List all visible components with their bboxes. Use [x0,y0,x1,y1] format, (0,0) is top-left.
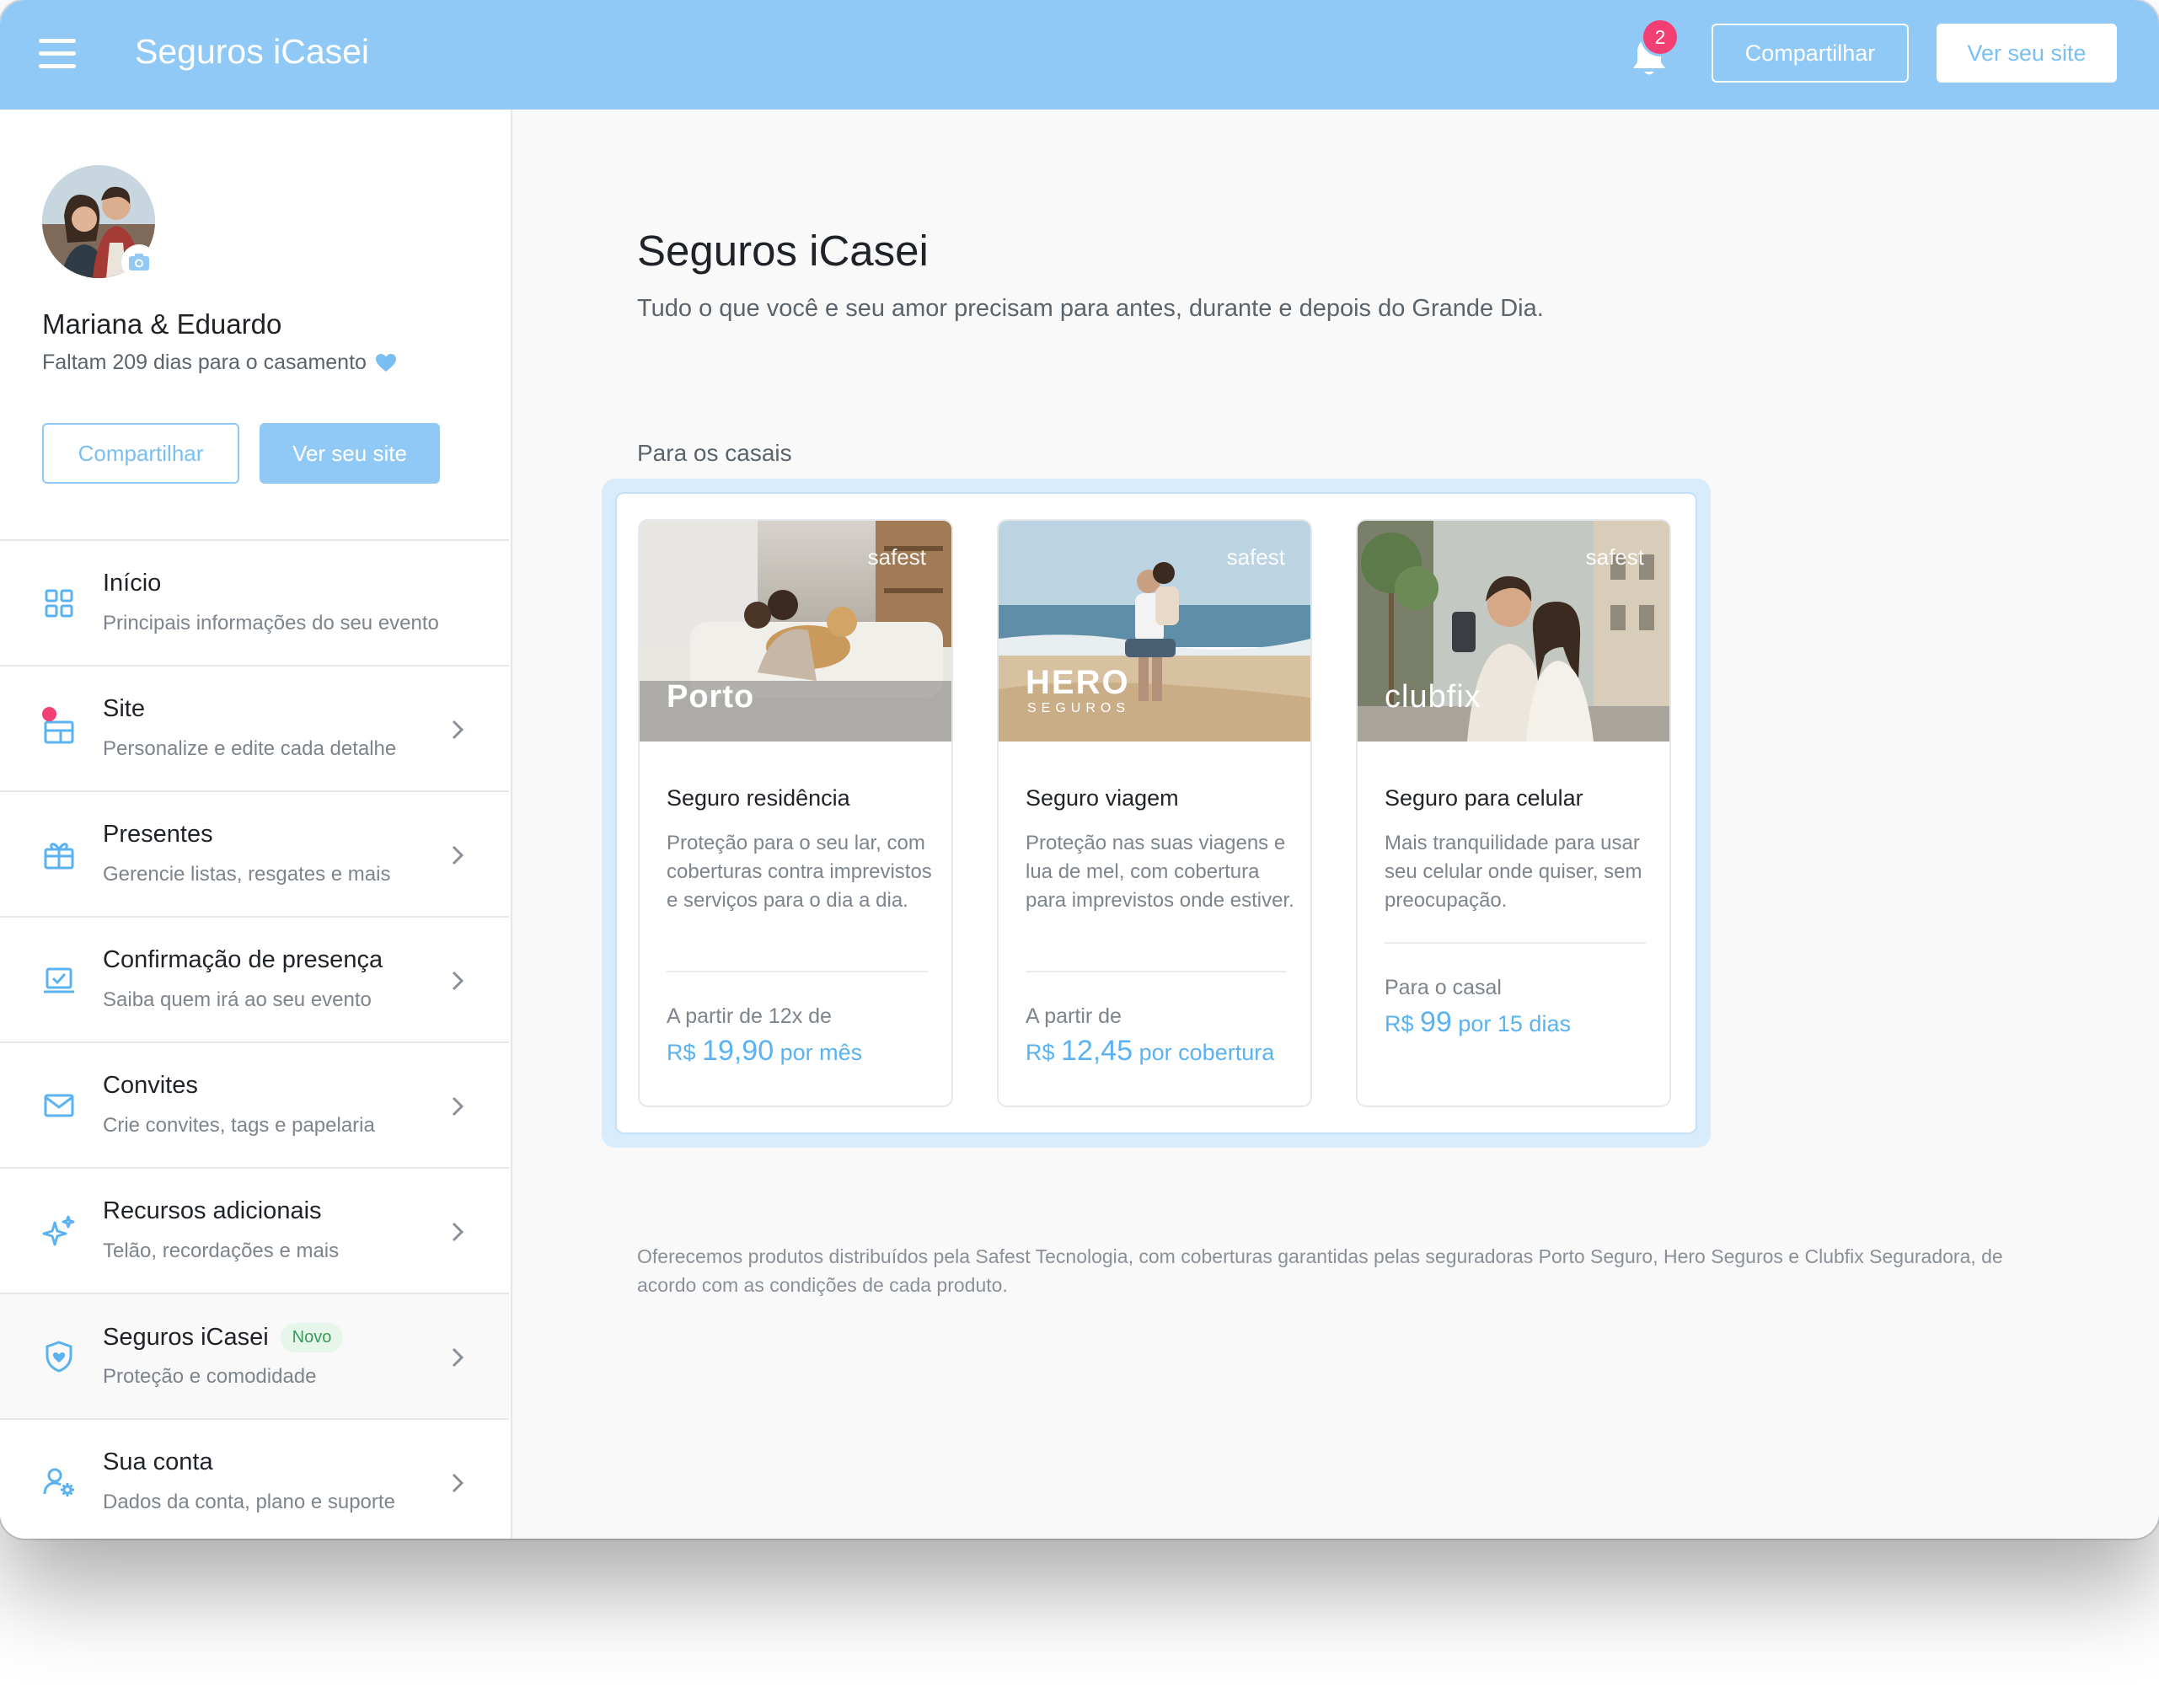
card-divider [667,971,928,972]
sidebar-item-title: Sua conta [103,1448,213,1475]
sidebar-item-subtitle: Dados da conta, plano e suporte [103,1491,395,1513]
insurance-card-residencia[interactable]: safest Porto Seguro residência Proteção … [638,519,953,1107]
shield-heart-icon [46,1341,72,1373]
sidebar-view-site-button[interactable]: Ver seu site [260,423,440,484]
sidebar-item-title: Seguros iCasei Novo [103,1323,344,1352]
sidebar-item-confirmacao[interactable]: Confirmação de presença Saiba quem irá a… [0,916,509,1041]
card-image-street: safest clubfix [1358,521,1669,742]
sidebar-share-button[interactable]: Compartilhar [42,423,239,484]
brand-logo-hero-sub: SEGUROS [1027,701,1131,715]
header-share-button[interactable]: Compartilhar [1712,24,1909,83]
price-label: A partir de 12x de [667,1004,832,1028]
sidebar-item-title: Início [103,570,162,597]
page-title: Seguros iCasei [637,227,929,275]
sidebar-item-presentes[interactable]: Presentes Gerencie listas, resgates e ma… [0,790,509,916]
site-alert-dot [42,707,56,721]
card-image-home: safest Porto [640,521,951,742]
sidebar-item-subtitle: Gerencie listas, resgates e mais [103,863,391,886]
card-divider [1026,971,1287,972]
partner-tag: safest [1226,544,1285,570]
sparkles-icon [42,1215,75,1246]
top-header: Seguros iCasei 2 Compartilhar Ver seu si… [0,0,2159,110]
chevron-right-icon [452,971,464,991]
sidebar-item-title: Convites [103,1072,198,1099]
sidebar-item-subtitle: Principais informações do seu evento [103,612,439,634]
menu-icon[interactable] [39,39,76,69]
sidebar-item-subtitle: Crie convites, tags e papelaria [103,1114,375,1137]
insurance-card-viagem[interactable]: safest HERO SEGUROS Seguro viagem Proteç… [997,519,1312,1107]
price-label: A partir de [1026,1004,1122,1028]
sidebar-item-subtitle: Proteção e comodidade [103,1365,317,1388]
sidebar-item-subtitle: Saiba quem irá ao seu evento [103,988,372,1011]
page-subtitle: Tudo o que você e seu amor precisam para… [637,295,1544,322]
brand-logo-clubfix: clubfix [1385,679,1481,715]
camera-icon[interactable] [121,244,157,280]
envelope-icon [44,1094,74,1117]
card-description: Proteção para o seu lar, com coberturas … [667,832,932,912]
card-description: Mais tranquilidade para usar seu celular… [1385,832,1642,912]
chevron-right-icon [452,1473,464,1493]
price-value: R$ 12,45 por cobertura [1026,1035,1275,1067]
sidebar-item-convites[interactable]: Convites Crie convites, tags e papelaria [0,1041,509,1167]
sidebar-nav: Início Principais informações do seu eve… [0,539,509,1539]
chevron-right-icon [452,1096,464,1116]
brand-logo-hero: HERO [1026,664,1130,701]
chevron-right-icon [452,1347,464,1368]
sidebar-item-title: Confirmação de presença [103,946,383,973]
sidebar-item-title: Presentes [103,821,213,848]
card-divider [1385,942,1646,944]
chevron-right-icon [452,1222,464,1242]
sidebar-item-sua-conta[interactable]: Sua conta Dados da conta, plano e suport… [0,1418,509,1539]
sidebar: Mariana & Eduardo Faltam 209 dias para o… [0,110,512,1539]
sidebar-item-title: Recursos adicionais [103,1197,322,1224]
card-image-beach: safest HERO SEGUROS [999,521,1310,742]
sidebar-item-subtitle: Telão, recordações e mais [103,1240,340,1262]
price-value: R$ 99 por 15 dias [1385,1006,1571,1038]
sidebar-item-subtitle: Personalize e edite cada detalhe [103,737,397,760]
sidebar-item-site[interactable]: Site Personalize e edite cada detalhe [0,665,509,790]
notification-badge: 2 [1641,18,1680,56]
laptop-check-icon [44,967,74,993]
sidebar-item-inicio[interactable]: Início Principais informações do seu eve… [0,539,509,665]
card-description: Proteção nas suas viagens e lua de mel, … [1026,832,1294,912]
card-title: Seguro viagem [1026,785,1179,811]
app-window: Seguros iCasei 2 Compartilhar Ver seu si… [0,0,2159,1539]
sidebar-item-recursos[interactable]: Recursos adicionais Telão, recordações e… [0,1167,509,1293]
wedding-countdown: Faltam 209 dias para o casamento [42,351,397,375]
countdown-text: Faltam 209 dias para o casamento [42,351,367,374]
new-badge: Novo [280,1323,344,1352]
grid-icon [45,589,73,618]
header-view-site-button[interactable]: Ver seu site [1937,24,2117,83]
brand-logo-porto: Porto [667,679,755,715]
gift-icon [44,843,74,870]
price-label: Para o casal [1385,976,1502,999]
card-title: Seguro para celular [1385,785,1583,811]
app-title: Seguros iCasei [135,32,370,71]
price-value: R$ 19,90 por mês [667,1035,863,1067]
card-title: Seguro residência [667,785,850,811]
sidebar-item-seguros[interactable]: Seguros iCasei Novo Proteção e comodidad… [0,1293,509,1418]
partner-tag: safest [867,544,926,570]
partner-tag: safest [1585,544,1644,570]
disclaimer-text: Oferecemos produtos distribuídos pela Sa… [637,1245,2003,1296]
heart-icon [375,353,396,372]
chevron-right-icon [452,720,464,740]
user-gear-icon [43,1468,74,1497]
section-label: Para os casais [637,440,792,466]
sidebar-item-title: Site [103,695,145,722]
insurance-card-celular[interactable]: safest clubfix Seguro para celular Mais … [1356,519,1671,1107]
couple-name: Mariana & Eduardo [42,308,282,340]
chevron-right-icon [452,845,464,865]
